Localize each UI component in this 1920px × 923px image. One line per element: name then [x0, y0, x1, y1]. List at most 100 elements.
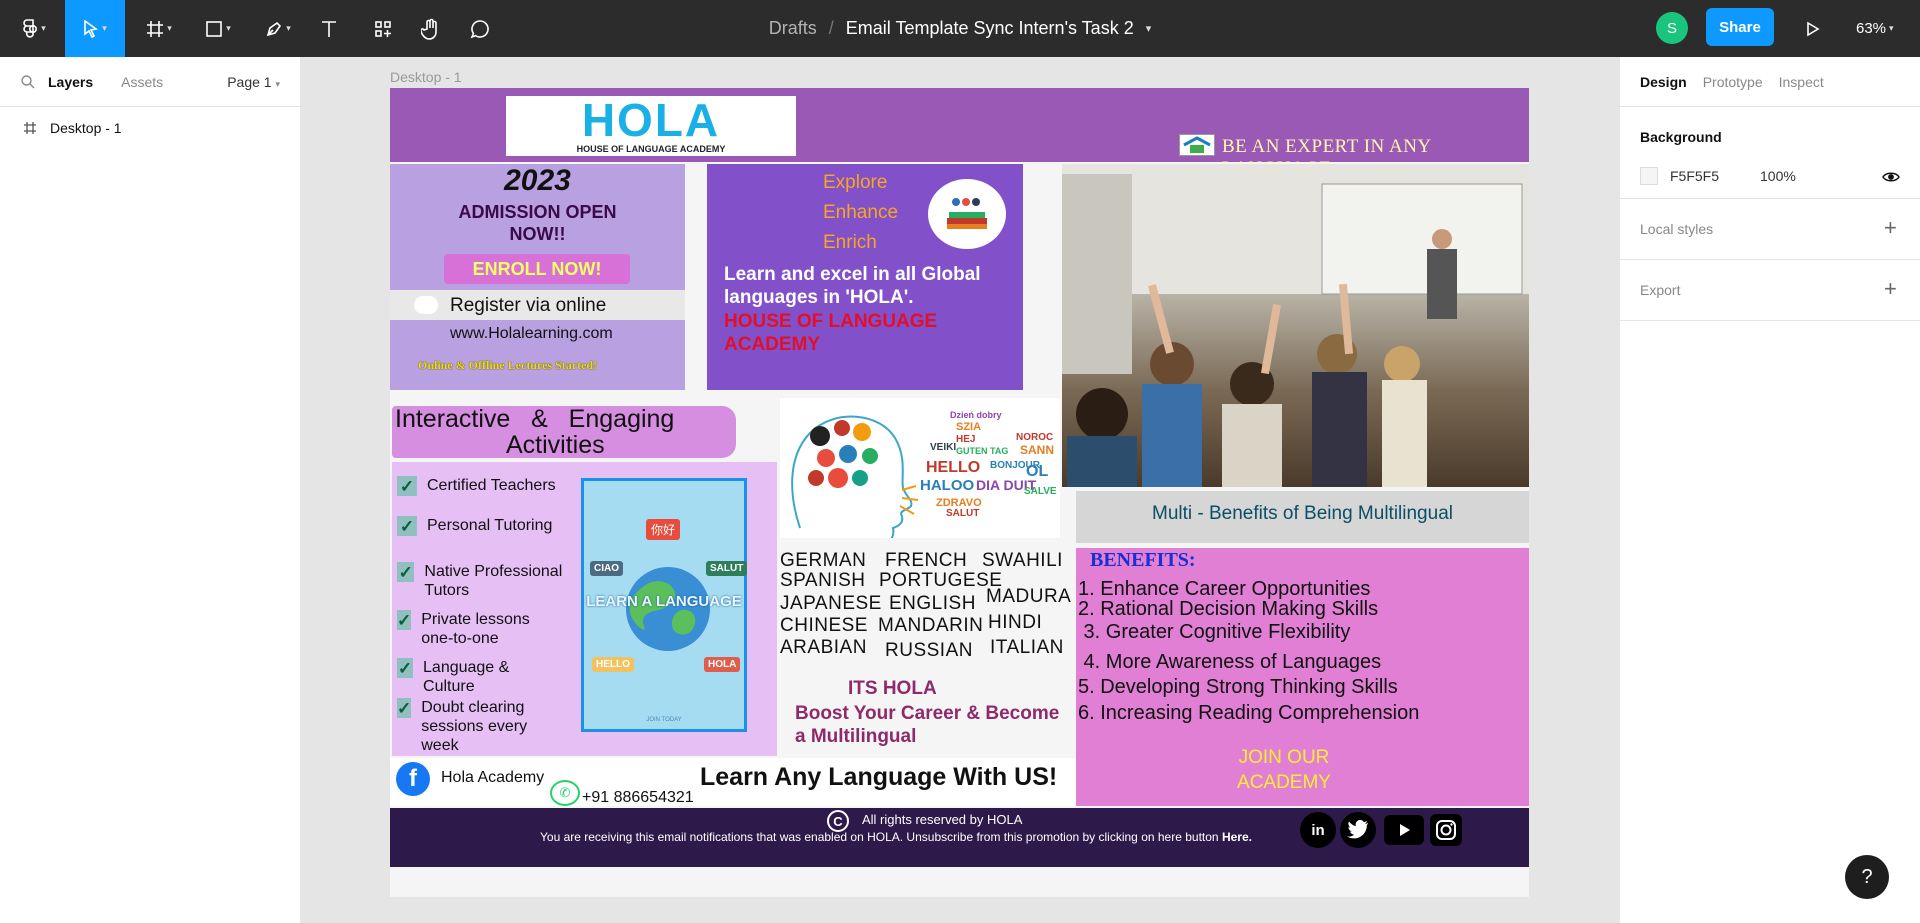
poster-footer: JOIN TODAY	[646, 717, 682, 723]
bubble-hello: HELLO	[592, 657, 634, 672]
add-local-style-icon[interactable]: +	[1884, 215, 1897, 241]
background-section: Background F5F5F5 100%	[1620, 107, 1920, 199]
facebook-name: Hola Academy	[441, 769, 545, 786]
svg-text:GUTEN TAG: GUTEN TAG	[956, 446, 1008, 456]
facebook-icon[interactable]: f	[396, 762, 430, 796]
background-opacity-input[interactable]: 100%	[1760, 168, 1796, 184]
chevron-down-icon: ▾	[1889, 23, 1894, 33]
academy-name: HOUSE OF LANGUAGE ACADEMY	[724, 311, 938, 355]
enroll-button[interactable]: ENROLL NOW!	[444, 254, 630, 284]
feature-item: ✓ Private lessons one-to-one	[397, 610, 547, 648]
svg-text:Dzień dobry: Dzień dobry	[950, 410, 1002, 420]
frame-icon	[24, 122, 36, 134]
email-frame[interactable]: HOLA HOUSE OF LANGUAGE ACADEMY BE AN EXP…	[390, 88, 1529, 897]
bubble-ciao: CIAO	[590, 561, 623, 576]
unsubscribe-link[interactable]: Here.	[1222, 830, 1252, 844]
comment-tool-button[interactable]	[465, 0, 495, 57]
language-name: ENGLISH	[889, 593, 976, 614]
search-icon[interactable]	[20, 74, 36, 90]
zoom-dropdown[interactable]: 63% ▾	[1856, 0, 1894, 57]
main-menu-button[interactable]: ▾	[14, 0, 54, 57]
feature-label: Native Professional Tutors	[424, 563, 563, 599]
explore-word-1: Explore	[823, 172, 888, 193]
bubble-salut: SALUT	[706, 561, 748, 576]
explore-word-2: Enhance	[823, 202, 899, 223]
background-swatch[interactable]	[1640, 167, 1658, 185]
move-tool-button[interactable]: ▾	[65, 0, 125, 57]
phone-number: +91 886654321	[582, 789, 694, 806]
text-tool-button[interactable]	[314, 0, 344, 57]
twitter-icon[interactable]	[1340, 812, 1376, 848]
benefit-item: 5. Developing Strong Thinking Skills	[1078, 676, 1398, 698]
tab-layers[interactable]: Layers	[48, 74, 93, 90]
svg-text:SALUT: SALUT	[946, 508, 979, 519]
svg-text:SANN: SANN	[1020, 443, 1054, 457]
hand-tool-button[interactable]	[416, 0, 446, 57]
resources-button[interactable]	[368, 0, 398, 57]
unsubscribe-message: You are receiving this email notificatio…	[540, 830, 1219, 844]
breadcrumb-drafts[interactable]: Drafts	[769, 18, 817, 39]
language-name: SWAHILI	[982, 550, 1063, 571]
tab-design[interactable]: Design	[1640, 74, 1687, 90]
chevron-down-icon[interactable]: ▾	[1146, 22, 1152, 35]
svg-text:NOROC: NOROC	[1016, 432, 1053, 443]
file-name[interactable]: Email Template Sync Intern's Task 2	[846, 18, 1134, 39]
feature-label: Language & Culture	[423, 659, 510, 695]
linkedin-icon[interactable]: in	[1300, 812, 1336, 848]
eye-icon[interactable]	[1882, 171, 1900, 183]
zoom-level: 63%	[1856, 20, 1887, 37]
local-styles-section: Local styles +	[1620, 199, 1920, 260]
help-button[interactable]: ?	[1845, 855, 1889, 899]
website-link[interactable]: www.Holalearning.com	[450, 325, 613, 343]
learn-any-language: Learn Any Language With US!	[700, 763, 1058, 791]
multilingual-head-graphic: Dzień dobry SZIA HEJ VEIKI GUTEN TAG HEL…	[780, 398, 1060, 559]
tab-prototype[interactable]: Prototype	[1703, 74, 1763, 90]
layer-item-desktop-1[interactable]: Desktop - 1	[0, 107, 300, 149]
logo-subtitle: HOUSE OF LANGUAGE ACADEMY	[576, 144, 726, 154]
checkbox-icon: ✓	[397, 610, 412, 630]
feature-item: ✓ Personal Tutoring	[397, 516, 552, 536]
copyright-text: All rights reserved by HOLA	[862, 812, 1023, 827]
svg-text:VEIKI: VEIKI	[930, 442, 956, 453]
background-hex-input[interactable]: F5F5F5	[1670, 168, 1719, 184]
youtube-icon[interactable]	[1384, 815, 1424, 845]
join-academy-link[interactable]: JOIN OUR ACADEMY	[1220, 745, 1348, 795]
benefits-header: Multi - Benefits of Being Multilingual	[1152, 503, 1453, 524]
feature-item: ✓ Certified Teachers	[397, 476, 556, 496]
shape-tool-button[interactable]: ▾	[196, 0, 240, 57]
language-name: MANDARIN	[878, 615, 984, 636]
present-button[interactable]	[1798, 0, 1828, 57]
language-name: HINDI	[988, 612, 1043, 633]
house-icon	[1179, 134, 1215, 156]
feature-label: Private lessons one-to-one	[421, 611, 530, 647]
feature-item: ✓ Native Professional Tutors	[397, 562, 587, 600]
benefit-item: 6. Increasing Reading Comprehension	[1078, 702, 1420, 724]
frame-label[interactable]: Desktop - 1	[390, 69, 462, 85]
tab-inspect[interactable]: Inspect	[1779, 74, 1824, 90]
svg-text:HALOO: HALOO	[920, 477, 974, 494]
feature-label: Certified Teachers	[427, 477, 556, 494]
pen-tool-button[interactable]: ▾	[256, 0, 300, 57]
language-name: CHINESE	[780, 615, 868, 636]
checkbox-icon: ✓	[397, 658, 414, 678]
add-export-icon[interactable]: +	[1884, 276, 1897, 302]
svg-text:HEJ: HEJ	[956, 434, 975, 445]
checkbox-icon: ✓	[397, 516, 417, 536]
bubble-hola: HOLA	[704, 657, 741, 672]
page-selector[interactable]: Page 1 ▾	[227, 74, 280, 90]
tab-assets[interactable]: Assets	[121, 74, 163, 90]
instagram-icon[interactable]	[1430, 814, 1462, 846]
avatar[interactable]: S	[1656, 12, 1688, 44]
share-button[interactable]: Share	[1706, 8, 1774, 46]
language-name: PORTUGESE	[879, 570, 1003, 591]
right-panel-tabs: Design Prototype Inspect	[1620, 57, 1920, 107]
logo-box: HOLA HOUSE OF LANGUAGE ACADEMY	[506, 96, 796, 156]
frame-tool-button[interactable]: ▾	[137, 0, 181, 57]
copyright-icon: C	[827, 810, 849, 832]
logo-text: HOLA	[581, 94, 721, 146]
year-label: 2023	[504, 164, 571, 197]
benefit-item: 3. Greater Cognitive Flexibility	[1078, 621, 1351, 643]
play-icon	[1807, 21, 1820, 36]
pen-icon	[267, 21, 282, 36]
whatsapp-icon[interactable]: ✆	[550, 780, 580, 806]
